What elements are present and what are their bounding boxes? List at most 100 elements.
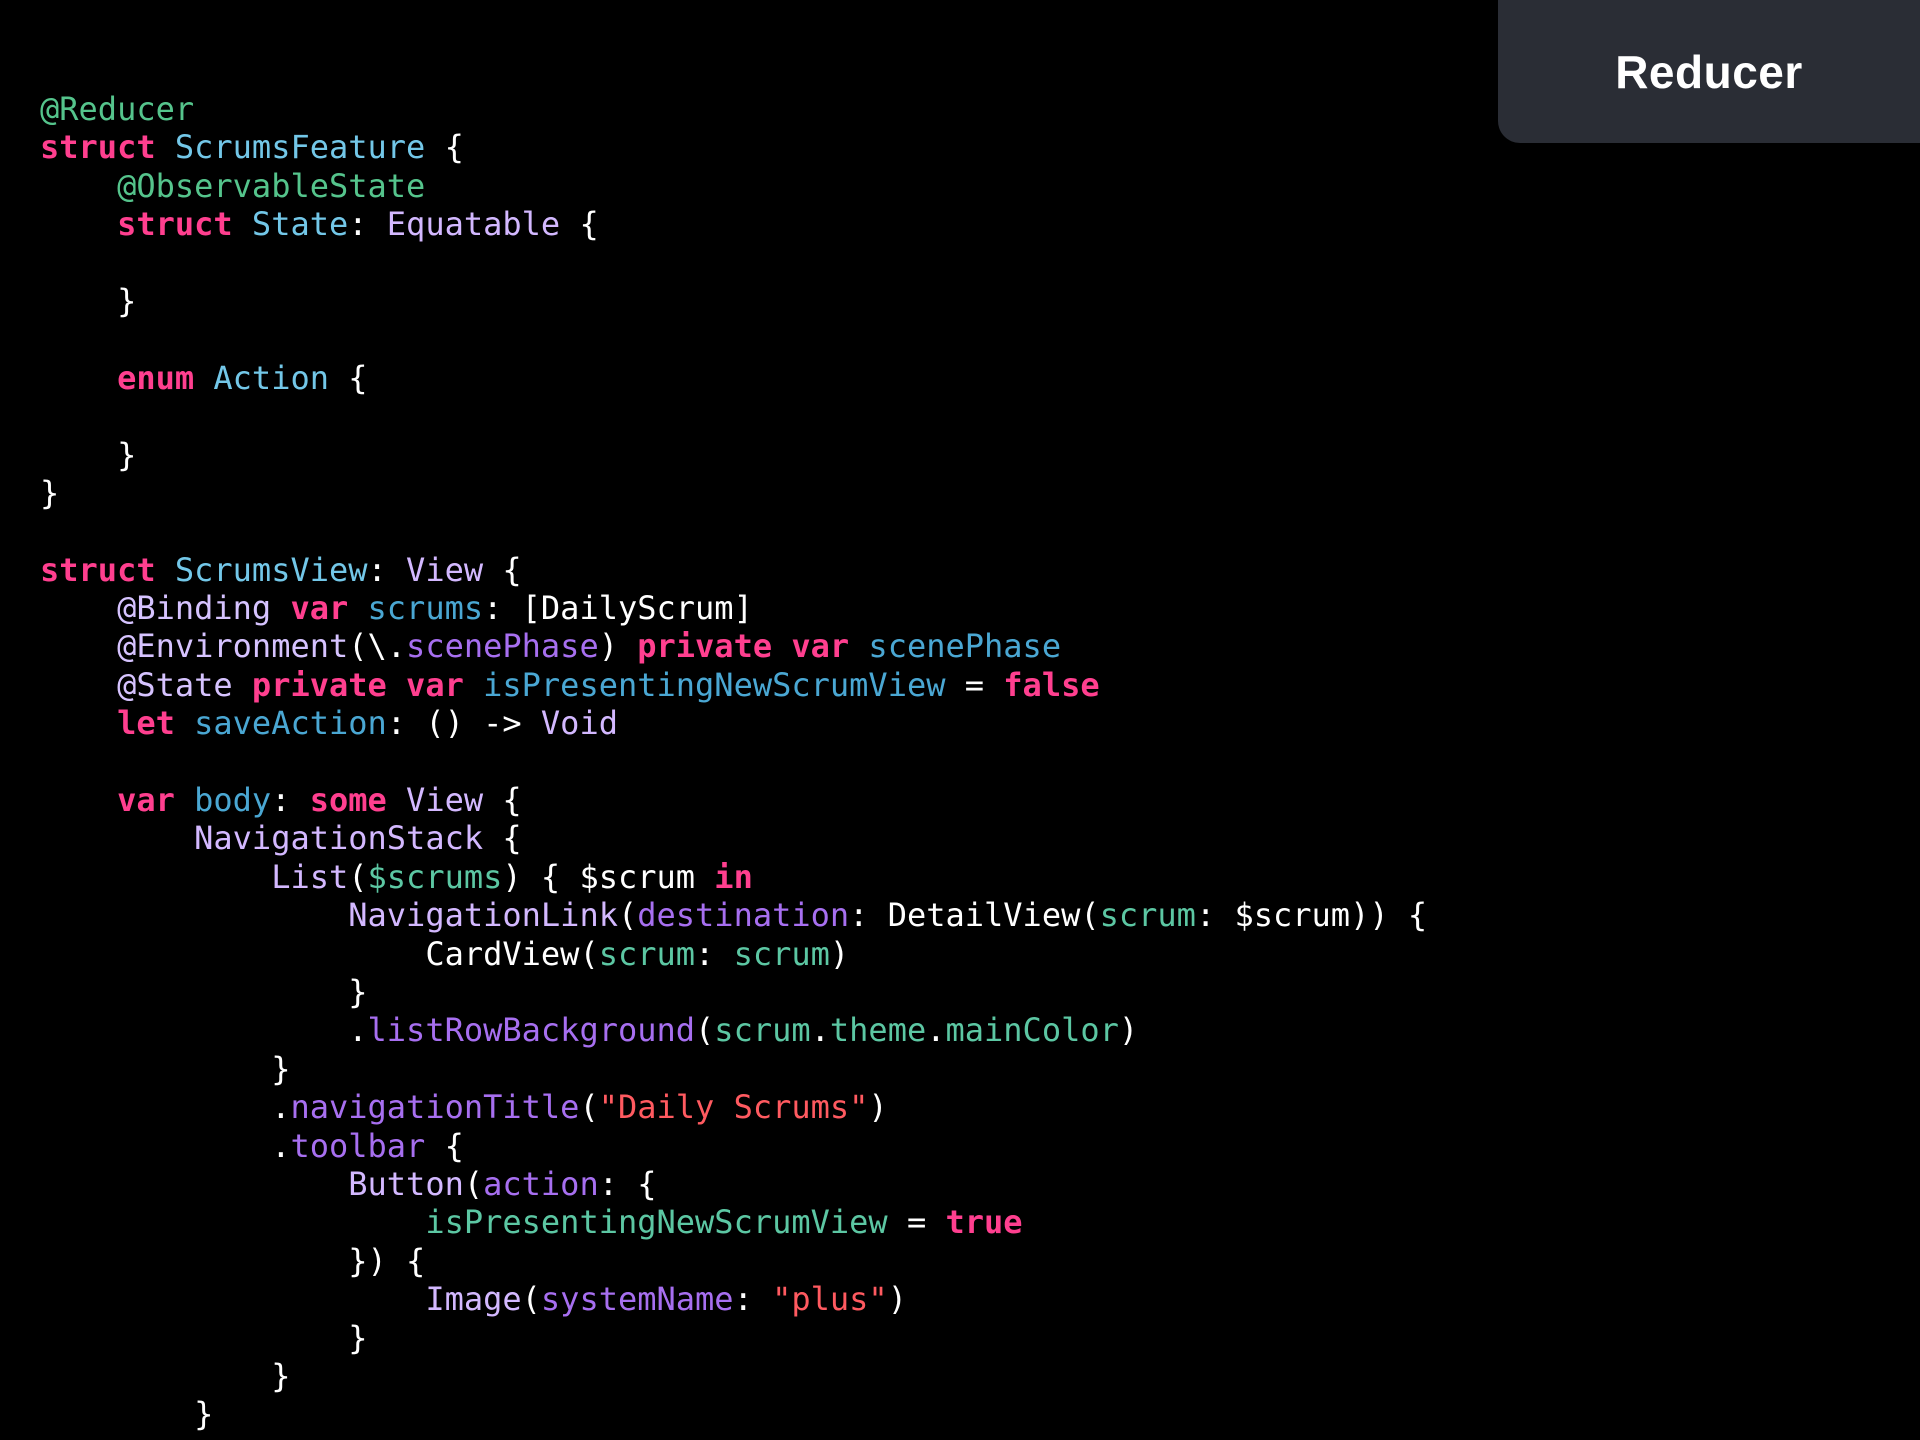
code-token: } xyxy=(40,1318,368,1357)
code-line: .navigationTitle("Daily Scrums") xyxy=(40,1088,1427,1126)
code-token: NavigationStack xyxy=(194,819,484,858)
code-block: @Reducer struct ScrumsFeature { @Observab… xyxy=(40,90,1427,1434)
code-token: @State xyxy=(117,665,233,704)
code-line: } xyxy=(40,436,1427,474)
code-token: "Daily Scrums" xyxy=(598,1088,869,1127)
code-token: var xyxy=(791,627,850,666)
code-token: let xyxy=(117,704,175,743)
code-token: @Environment xyxy=(117,627,349,666)
code-token: } xyxy=(40,281,137,320)
code-token: } xyxy=(40,1395,214,1434)
code-token: ) xyxy=(598,627,638,666)
code-line: @Environment(\.scenePhase) private var s… xyxy=(40,627,1427,665)
code-token: destination xyxy=(637,896,850,935)
code-token: Image xyxy=(425,1280,522,1319)
code-token: { xyxy=(483,781,522,820)
code-token: isPresentingNewScrumView xyxy=(483,665,946,704)
code-token: : xyxy=(271,781,310,820)
code-line: @Reducer xyxy=(40,90,1427,128)
code-token: struct xyxy=(117,205,233,244)
code-line: } xyxy=(40,474,1427,512)
code-token: scenePhase xyxy=(406,627,599,666)
code-line: isPresentingNewScrumView = true xyxy=(40,1203,1427,1241)
code-token: false xyxy=(1003,665,1100,704)
code-token: ( xyxy=(695,1011,715,1050)
code-token: scrum xyxy=(714,1011,811,1050)
code-token: systemName xyxy=(540,1280,734,1319)
code-token: : xyxy=(733,1280,773,1319)
code-token: ) xyxy=(1118,1011,1139,1050)
code-token: : xyxy=(367,550,407,589)
code-token: ( xyxy=(348,857,368,896)
code-token: isPresentingNewScrumView xyxy=(425,1203,888,1242)
code-token: : [ xyxy=(483,589,541,628)
code-token: "plus" xyxy=(772,1280,888,1319)
code-token: . xyxy=(40,1126,291,1165)
code-token: mainColor xyxy=(945,1011,1119,1050)
code-token: ( xyxy=(579,1088,599,1127)
code-line: let saveAction: () -> Void xyxy=(40,704,1427,742)
code-token: struct xyxy=(40,128,156,167)
code-token: = xyxy=(945,665,1004,704)
code-token: : xyxy=(849,896,888,935)
code-line: struct ScrumsFeature { xyxy=(40,128,1427,166)
code-token: } xyxy=(40,1049,291,1088)
code-token: Equatable xyxy=(386,205,561,244)
code-line: } xyxy=(40,1357,1427,1395)
code-line: @Binding var scrums: [DailyScrum] xyxy=(40,589,1427,627)
code-token: View xyxy=(406,550,484,589)
code-token: struct xyxy=(40,550,156,589)
code-token: View xyxy=(406,781,484,820)
code-token: navigationTitle xyxy=(290,1088,580,1127)
code-token: ScrumsView xyxy=(174,550,368,589)
code-token: : $scrum)) { xyxy=(1195,896,1428,935)
code-token: }) { xyxy=(40,1241,426,1280)
code-line: Button(action: { xyxy=(40,1165,1427,1203)
code-token: @ObservableState xyxy=(117,166,426,205)
code-token: { xyxy=(483,819,522,858)
code-token: scenePhase xyxy=(868,627,1062,666)
code-token: ] xyxy=(733,589,753,628)
code-token: ) xyxy=(829,934,850,973)
code-line: } xyxy=(40,973,1427,1011)
code-line: .toolbar { xyxy=(40,1127,1427,1165)
code-line: Image(systemName: "plus") xyxy=(40,1280,1427,1318)
code-token: @Reducer xyxy=(40,90,195,128)
code-token: var xyxy=(117,781,175,820)
code-token: (\. xyxy=(348,627,407,666)
code-token: { xyxy=(425,128,464,167)
code-token: CardView xyxy=(425,934,580,973)
code-token: private xyxy=(251,665,387,704)
code-token: DailyScrum xyxy=(540,589,734,628)
slide-title: Reducer xyxy=(1615,45,1803,98)
code-line: }) { xyxy=(40,1242,1427,1280)
code-token: : { xyxy=(598,1164,657,1203)
code-token: Action xyxy=(213,358,329,397)
code-token: { xyxy=(483,550,522,589)
code-line: NavigationStack { xyxy=(40,819,1427,857)
code-token: saveAction xyxy=(194,704,387,743)
code-token: NavigationLink xyxy=(348,896,618,935)
